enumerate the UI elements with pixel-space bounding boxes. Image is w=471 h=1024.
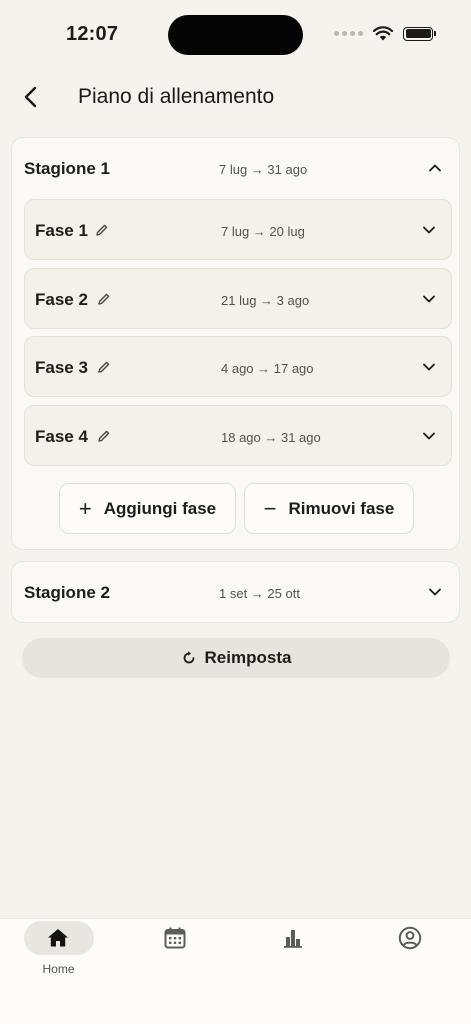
plus-icon: + [78, 495, 92, 521]
calendar-icon [164, 927, 186, 949]
status-bar: 12:07 [0, 0, 471, 70]
phase-row[interactable]: Fase 4 18 ago → 31 ago [24, 405, 452, 466]
chevron-down-icon[interactable] [421, 291, 437, 307]
season-name: Stagione 2 [24, 583, 110, 602]
phase-name: Fase 3 [35, 358, 88, 377]
reset-label: Reimposta [204, 648, 292, 667]
phase-dates: 18 ago → 31 ago [221, 430, 321, 445]
home-icon [48, 929, 68, 947]
pencil-icon[interactable] [97, 292, 111, 306]
season-header[interactable]: Stagione 2 1 set → 25 ott [12, 562, 459, 622]
phase-dates: 7 lug → 20 lug [221, 224, 305, 239]
minus-icon: − [263, 495, 277, 521]
refresh-icon [183, 651, 194, 664]
add-phase-button[interactable]: + Aggiungi fase [59, 483, 236, 534]
chevron-down-icon[interactable] [421, 222, 437, 238]
chevron-left-icon [24, 86, 37, 108]
phase-row[interactable]: Fase 2 21 lug → 3 ago [24, 268, 452, 329]
season-dates: 7 lug → 31 ago [219, 162, 308, 177]
status-indicators [334, 26, 436, 41]
chevron-down-icon[interactable] [421, 428, 437, 444]
season-name: Stagione 1 [24, 159, 110, 178]
status-time: 12:07 [66, 23, 119, 45]
season-card: Stagione 2 1 set → 25 ott [11, 561, 460, 623]
back-button[interactable] [16, 82, 46, 112]
tab-calendar[interactable] [117, 919, 234, 989]
phase-name: Fase 4 [35, 427, 88, 446]
phase-name: Fase 2 [35, 290, 88, 309]
add-phase-label: Aggiungi fase [103, 498, 217, 518]
season-card: Stagione 1 7 lug → 31 ago Fase 1 7 lug →… [11, 137, 460, 550]
pencil-icon[interactable] [97, 360, 111, 374]
season-dates: 1 set → 25 ott [219, 586, 300, 601]
phase-dates: 4 ago → 17 ago [221, 361, 314, 376]
phase-row[interactable]: Fase 1 7 lug → 20 lug [24, 199, 452, 260]
tab-stats[interactable] [235, 919, 352, 989]
phase-name: Fase 1 [35, 221, 88, 240]
header: Piano di allenamento [0, 76, 471, 118]
battery-icon [403, 26, 436, 41]
reset-button[interactable]: Reimposta [22, 638, 450, 678]
profile-icon [398, 926, 422, 950]
remove-phase-label: Rimuovi fase [288, 498, 395, 518]
pencil-icon[interactable] [97, 429, 111, 443]
phase-dates: 21 lug → 3 ago [221, 293, 310, 308]
remove-phase-button[interactable]: − Rimuovi fase [244, 483, 414, 534]
pencil-icon[interactable] [95, 223, 109, 237]
chevron-down-icon[interactable] [421, 359, 437, 375]
chevron-down-icon[interactable] [427, 584, 443, 600]
bar-chart-icon [284, 930, 302, 948]
page-title: Piano di allenamento [78, 85, 275, 108]
phase-row[interactable]: Fase 3 4 ago → 17 ago [24, 336, 452, 397]
tab-home[interactable]: Home [0, 919, 117, 989]
season-header[interactable]: Stagione 1 7 lug → 31 ago [12, 138, 459, 198]
tab-profile[interactable] [352, 919, 469, 989]
wifi-icon [373, 26, 393, 41]
cellular-signal-icon [334, 31, 363, 36]
dynamic-island [168, 15, 303, 55]
tab-bar: Home [0, 918, 471, 1024]
chevron-up-icon[interactable] [427, 160, 443, 176]
tab-label: Home [42, 962, 75, 976]
